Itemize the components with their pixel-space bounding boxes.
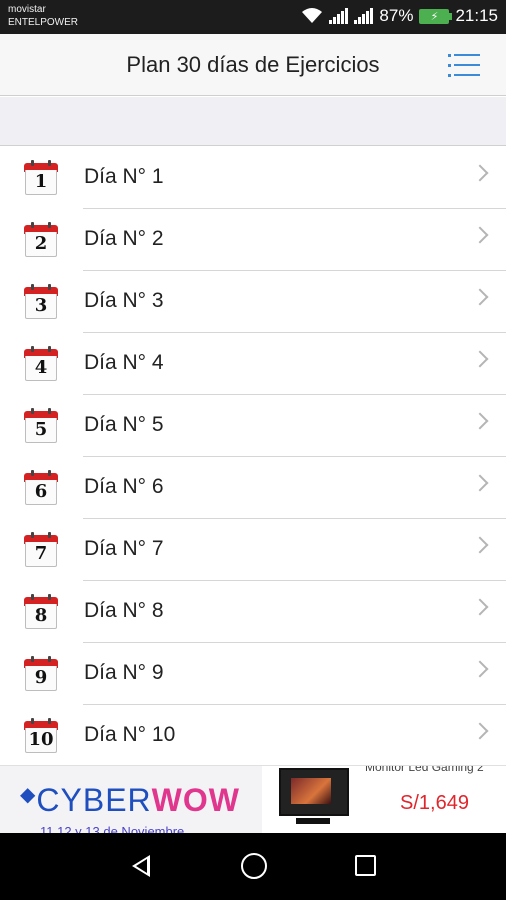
ad-brand-part2: WOW xyxy=(151,782,240,818)
tag-icon: ◆ xyxy=(20,784,37,806)
list-item-day[interactable]: 4 Día N° 4 xyxy=(0,333,506,395)
clock: 21:15 xyxy=(455,6,498,25)
day-label: Día N° 9 xyxy=(84,661,164,684)
calendar-icon: 1 xyxy=(24,160,58,196)
calendar-icon: 4 xyxy=(24,346,58,382)
list-item-day[interactable]: 7 Día N° 7 xyxy=(0,519,506,581)
list-item-day[interactable]: 3 Día N° 3 xyxy=(0,271,506,333)
page-title: Plan 30 días de Ejercicios xyxy=(126,52,380,77)
calendar-day-number: 5 xyxy=(25,418,57,443)
battery-charging-icon: ⚡ xyxy=(419,8,453,24)
day-label: Día N° 3 xyxy=(84,289,164,312)
monitor-stand xyxy=(296,818,330,824)
calendar-day-number: 2 xyxy=(25,232,57,257)
carrier-secondary: ENTELPOWER xyxy=(8,17,79,28)
ad-banner[interactable]: ◆CYBERWOW 11,12 y 13 de Noviembre Monito… xyxy=(0,765,506,833)
recent-apps-icon[interactable] xyxy=(355,855,376,876)
signal-icon-2 xyxy=(354,8,374,24)
ad-logo[interactable]: ◆CYBERWOW xyxy=(20,782,240,819)
system-nav-bar xyxy=(0,833,506,900)
chevron-right-icon xyxy=(471,288,489,306)
monitor-image[interactable] xyxy=(279,768,349,816)
wifi-icon xyxy=(302,8,323,23)
chevron-right-icon xyxy=(471,474,489,492)
carrier-info: movistar ENTELPOWER xyxy=(8,3,78,29)
chevron-right-icon xyxy=(471,660,489,678)
day-label: Día N° 10 xyxy=(84,723,176,746)
list-item-day[interactable]: 5 Día N° 5 xyxy=(0,395,506,457)
calendar-day-number: 7 xyxy=(25,542,57,567)
status-bar: movistar ENTELPOWER 87% ⚡ 21:15 xyxy=(0,0,506,34)
day-label: Día N° 8 xyxy=(84,599,164,622)
list-item-day[interactable]: 10 Día N° 10 xyxy=(0,705,506,767)
back-icon[interactable] xyxy=(132,855,150,877)
app-header: Plan 30 días de Ejercicios xyxy=(0,34,506,96)
chevron-right-icon xyxy=(471,350,489,368)
calendar-icon: 9 xyxy=(24,656,58,692)
calendar-day-number: 8 xyxy=(25,604,57,629)
list-item-day[interactable]: 6 Día N° 6 xyxy=(0,457,506,519)
calendar-icon: 6 xyxy=(24,470,58,506)
day-label: Día N° 5 xyxy=(84,413,164,436)
day-label: Día N° 1 xyxy=(84,165,164,188)
ad-dates: 11,12 y 13 de Noviembre xyxy=(40,824,185,833)
calendar-day-number: 9 xyxy=(25,666,57,691)
ad-product-name[interactable]: Monitor Led Gaming 2 xyxy=(365,766,484,774)
chevron-right-icon xyxy=(471,412,489,430)
calendar-icon: 5 xyxy=(24,408,58,444)
chevron-right-icon xyxy=(471,536,489,554)
day-label: Día N° 6 xyxy=(84,475,164,498)
signal-icon xyxy=(329,8,349,24)
list-item-day[interactable]: 8 Día N° 8 xyxy=(0,581,506,643)
list-item-day[interactable]: 2 Día N° 2 xyxy=(0,209,506,271)
calendar-day-number: 1 xyxy=(25,170,57,195)
list-item-day[interactable]: 9 Día N° 9 xyxy=(0,643,506,705)
calendar-icon: 3 xyxy=(24,284,58,320)
carrier-name: movistar xyxy=(8,4,46,15)
list-menu-icon[interactable] xyxy=(448,54,480,77)
calendar-day-number: 6 xyxy=(25,480,57,505)
chevron-right-icon xyxy=(471,226,489,244)
ad-price[interactable]: S/1,649 xyxy=(400,792,469,815)
calendar-icon: 7 xyxy=(24,532,58,568)
chevron-right-icon xyxy=(471,164,489,182)
list-item-day[interactable]: 1 Día N° 1 xyxy=(0,147,506,209)
section-spacer xyxy=(0,97,506,146)
battery-percent: 87% xyxy=(379,6,414,25)
calendar-icon: 8 xyxy=(24,594,58,630)
chevron-right-icon xyxy=(471,598,489,616)
ad-brand-part1: CYBER xyxy=(36,782,152,818)
day-label: Día N° 7 xyxy=(84,537,164,560)
days-list: 1 Día N° 1 2 Día N° 2 3 Día N° 3 4 Día N° 4 5 Día… xyxy=(0,147,506,767)
calendar-icon: 2 xyxy=(24,222,58,258)
calendar-icon: 10 xyxy=(24,718,58,754)
calendar-day-number: 10 xyxy=(25,728,57,753)
ad-brand-panel[interactable]: ◆CYBERWOW 11,12 y 13 de Noviembre xyxy=(0,766,262,833)
home-icon[interactable] xyxy=(241,853,267,879)
calendar-day-number: 4 xyxy=(25,356,57,381)
day-label: Día N° 2 xyxy=(84,227,164,250)
status-icons: 87% ⚡ 21:15 xyxy=(301,6,498,26)
day-label: Día N° 4 xyxy=(84,351,164,374)
chevron-right-icon xyxy=(471,722,489,740)
calendar-day-number: 3 xyxy=(25,294,57,319)
